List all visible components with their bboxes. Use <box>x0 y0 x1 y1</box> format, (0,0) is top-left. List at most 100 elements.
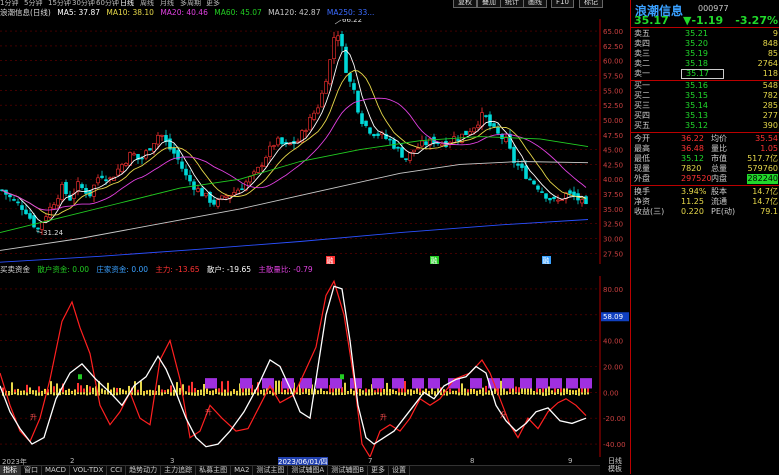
indicator-bar <box>527 392 529 395</box>
ask-row[interactable]: 卖一 35.17 118 <box>631 69 779 79</box>
indicator-bar <box>512 388 514 393</box>
indicator-bar <box>197 392 199 396</box>
indicator-bar <box>257 392 259 396</box>
candle-body <box>212 199 216 205</box>
indicator-bar <box>488 392 490 395</box>
order-volume: 782 <box>762 91 778 100</box>
candle-body <box>96 177 100 184</box>
indicator-bar <box>404 381 406 393</box>
bid-row[interactable]: 买三 35.14 285 <box>631 101 779 111</box>
indicator-bar <box>80 392 82 395</box>
indicator-bar <box>350 388 352 393</box>
indicator-bar <box>317 390 319 393</box>
bid-row[interactable]: 买一 35.16 548 <box>631 81 779 91</box>
indicator-bar <box>233 389 235 393</box>
stat-k1: 最低 <box>634 154 650 163</box>
order-volume: 277 <box>762 111 778 120</box>
y-tick-label: 52.50 <box>603 102 623 110</box>
green-signal <box>340 374 344 380</box>
indicator-bar <box>74 392 76 396</box>
indicator-bar <box>449 392 451 395</box>
indicator-bar <box>308 392 310 396</box>
indicator-bar <box>305 392 307 394</box>
x-axis-label: 8 <box>470 457 475 465</box>
low-pointer <box>35 230 43 234</box>
indicator-chart[interactable]: 80.0060.0040.0020.000.00-20.00-40.0058.0… <box>0 276 630 457</box>
candle-body <box>484 115 488 117</box>
ask-row[interactable]: 卖三 35.19 85 <box>631 49 779 59</box>
indicator-bar <box>71 390 73 393</box>
indicator-bar <box>287 392 289 395</box>
indicator-bar <box>140 381 142 393</box>
indicator-bar <box>227 392 229 396</box>
indicator-bar <box>119 388 121 393</box>
candle-body <box>500 134 504 139</box>
indicator-bar <box>188 385 190 393</box>
ask-row[interactable]: 卖二 35.18 2764 <box>631 59 779 69</box>
stat-v2: 579760 <box>747 164 778 173</box>
rise-mark: 升 <box>205 407 212 416</box>
indicator-bar <box>389 392 391 396</box>
indicator-bar <box>53 386 55 393</box>
candle-body <box>496 127 500 134</box>
signal-block <box>550 378 562 389</box>
stat-v1: 36.48 <box>681 144 704 153</box>
indicator-bar <box>515 386 517 393</box>
divider <box>631 132 779 133</box>
indicator-bar <box>92 392 94 395</box>
bid-row[interactable]: 买二 35.15 782 <box>631 91 779 101</box>
margin-marker-label: 融 <box>327 256 334 264</box>
indicator-header: 买卖资金 散户资金: 0.00 庄家资金: 0.00 主力: -13.65 散户… <box>0 264 630 276</box>
indicator-bar <box>446 392 448 396</box>
candlestick-chart[interactable]: 65.00 62.50 60.00 57.50 55.00 52.50 50.00 47.50… <box>0 19 630 264</box>
indicator-bar <box>176 382 178 393</box>
indicator-name[interactable]: 买卖资金 <box>0 265 30 274</box>
candle-body <box>400 147 404 158</box>
indicator-bar <box>506 391 508 393</box>
indicator-bar <box>227 380 229 393</box>
period-label[interactable]: 日线 <box>600 457 630 465</box>
y-tick-label: -20.00 <box>603 415 626 423</box>
indicator-bar <box>563 388 565 393</box>
indicator-bar <box>470 392 472 395</box>
stat-k1: 今开 <box>634 134 650 143</box>
candle-body <box>16 201 20 204</box>
indicator-bar <box>212 392 214 396</box>
candle-body <box>512 146 516 164</box>
indicator-bar <box>407 392 409 395</box>
indicator-bar <box>476 390 478 393</box>
indicator-bar <box>521 392 523 394</box>
ma120-value: MA120: 42.87 <box>268 8 321 17</box>
indicator-bar <box>452 392 454 395</box>
red-line <box>0 279 587 457</box>
indicator-bar <box>512 392 514 395</box>
indicator-bar <box>107 392 109 395</box>
indicator-bar <box>23 392 25 395</box>
indicator-bar <box>152 392 154 395</box>
indicator-bar <box>122 389 124 393</box>
indicator-bar <box>392 392 394 395</box>
stat-k1: 最高 <box>634 144 650 153</box>
bid-row[interactable]: 买四 35.13 277 <box>631 111 779 121</box>
indicator-bar <box>578 388 580 393</box>
stat-k2: 量比 <box>711 144 727 153</box>
indicator-bar <box>116 392 118 396</box>
ask-row[interactable]: 卖四 35.20 848 <box>631 39 779 49</box>
indicator-bar <box>371 392 373 396</box>
candle-body <box>524 165 528 179</box>
indicator-bar <box>14 389 16 393</box>
indicator-bar <box>386 392 388 396</box>
ask-row[interactable]: 卖五 35.21 9 <box>631 29 779 39</box>
indicator-bar <box>23 390 25 393</box>
y-tick-label: 20.00 <box>603 364 623 372</box>
indicator-bar <box>284 389 286 393</box>
indicator-bar <box>17 392 19 396</box>
indicator-value-d: 散户: -19.65 <box>206 265 251 274</box>
stat-v1: 36.22 <box>681 134 704 143</box>
indicator-bar <box>326 392 328 395</box>
indicator-bar <box>83 392 85 395</box>
price-line: 35.17 ▼-1.19 -3.27% <box>631 14 779 27</box>
y-tick-label: 30.00 <box>603 236 623 244</box>
template-button[interactable]: 模板 <box>600 465 630 473</box>
bid-row[interactable]: 买五 35.12 390 <box>631 121 779 131</box>
